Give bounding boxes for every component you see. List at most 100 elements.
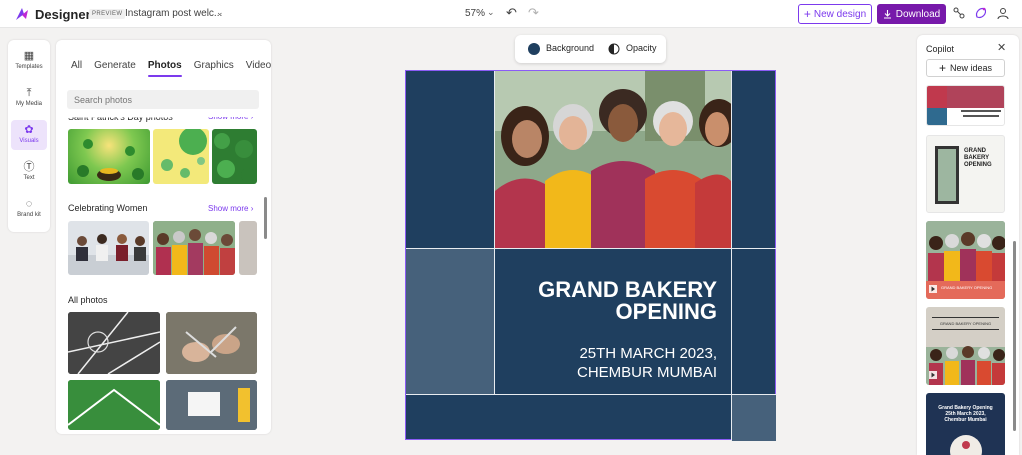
rail-label: Brand kit [17,212,41,218]
grid-line [494,71,495,395]
idea-preview [926,317,1005,385]
grid-line [406,248,777,249]
brand-kit-icon: ◌ [25,198,33,210]
rail-label: My Media [15,101,42,107]
rail-item-text[interactable]: Ⓣ Text [11,157,47,187]
preview-badge: PREVIEW [89,9,126,19]
canvas-toolbar: Background Opacity [515,35,666,63]
app-brand: Designer [35,7,91,22]
idea-preview [927,86,1004,125]
idea-card[interactable]: GRAND BAKERY OPENING [926,135,1005,213]
section-title: All photos [68,295,108,305]
location-line: CHEMBUR MUMBAI [576,364,717,381]
photo-thumbnail[interactable] [153,221,235,275]
new-ideas-label: New ideas [949,63,993,73]
user-avatar-icon[interactable] [996,6,1010,20]
clover-yellow-photo [161,129,207,178]
hands-tools-photo [166,312,257,374]
tab-videos[interactable]: Videos [246,60,271,71]
women-group-photo [153,221,235,275]
date-line: 25TH MARCH 2023, [579,345,717,362]
headline-text[interactable]: GRAND BAKERY OPENING [538,279,717,323]
screen-room-photo [166,380,257,430]
show-more-link[interactable]: Show more › [208,204,253,213]
new-ideas-button[interactable]: + New ideas [926,59,1005,77]
show-more-label: Show more [208,204,249,213]
copilot-panel: Copilot ✕ + New ideas GRAND BAKERY OPENI… [917,35,1019,455]
date-location-text[interactable]: 25TH MARCH 2023, CHEMBUR MUMBAI [577,344,717,382]
design-canvas[interactable]: GRAND BAKERY OPENING 25TH MARCH 2023, CH… [405,70,777,441]
idea-photo [935,146,959,204]
download-label: Download [895,8,941,20]
tab-graphics[interactable]: Graphics [194,60,234,71]
opacity-button[interactable]: Opacity [626,43,657,53]
rail-label: Visuals [19,138,39,144]
rail-item-templates[interactable]: ▦ Templates [11,46,47,76]
clover-photo [77,139,144,181]
visuals-icon: ✿ [24,124,34,136]
text-icon: Ⓣ [23,161,35,173]
photo-thumbnail[interactable] [68,312,160,374]
grid-line [406,394,777,395]
background-color-swatch[interactable] [528,43,540,55]
rail-item-brand-kit[interactable]: ◌ Brand kit [11,194,47,224]
rail-item-my-media[interactable]: ⤒ My Media [11,83,47,113]
zoom-level[interactable]: 57% [465,8,485,19]
copilot-scrollbar[interactable] [1013,241,1016,431]
tab-all[interactable]: All [71,60,82,71]
tab-generate[interactable]: Generate [94,60,136,71]
undo-icon[interactable]: ↶ [506,5,517,21]
photo-thumbnail[interactable] [153,129,209,184]
photo-thumbnail[interactable] [239,221,257,275]
redo-icon[interactable]: ↷ [528,5,539,21]
upload-icon: ⤒ [26,87,32,99]
idea-text: GRAND BAKERY OPENING [939,321,992,326]
office-women-photo [68,234,149,275]
show-more-label: Show more [208,112,249,121]
search-photos-input[interactable] [67,90,259,109]
women-group-image[interactable] [495,71,731,248]
photo-thumbnail[interactable] [212,129,257,184]
idea-card[interactable]: GRAND BAKERY OPENING [926,307,1005,385]
photo-thumbnail[interactable] [68,221,149,275]
left-rail: ▦ Templates ⤒ My Media ✿ Visuals Ⓣ Text … [8,40,50,232]
football-field-photo [68,380,160,430]
sports-court-photo [68,312,160,374]
photo-thumbnail[interactable] [68,129,150,184]
photo-thumbnail[interactable] [68,380,160,430]
panel-tabs: All Generate Photos Graphics Videos [71,60,271,77]
rail-item-visuals[interactable]: ✿ Visuals [11,120,47,150]
idea-text: GRAND BAKERY OPENING [964,148,992,168]
headline-line: GRAND BAKERY [538,277,717,302]
visuals-panel: All Generate Photos Graphics Videos Sain… [56,40,271,434]
new-design-button[interactable]: + New design [798,4,872,24]
clover-dark-photo [214,133,255,182]
opacity-icon[interactable] [608,43,620,55]
idea-card[interactable]: GRAND BAKERY OPENING [926,221,1005,299]
photo-thumbnail[interactable] [166,380,257,430]
idea-preview [950,435,982,455]
chevron-down-icon[interactable]: ⌄ [216,7,224,18]
top-bar: Designer PREVIEW Instagram post welc... … [0,0,1022,28]
rail-label: Text [23,175,35,181]
chevron-down-icon[interactable]: ⌄ [487,7,495,18]
share-icon[interactable] [952,6,966,20]
grid-line [731,71,732,441]
copilot-icon[interactable] [974,6,988,20]
headline-line: OPENING [615,299,717,324]
templates-icon: ▦ [23,50,35,62]
tab-photos[interactable]: Photos [147,60,182,77]
idea-card[interactable] [926,85,1005,126]
light-block [732,395,776,441]
show-more-link[interactable]: Show more › [208,112,253,121]
idea-card[interactable]: Grand Bakery Opening 25th March 2023, Ch… [926,393,1005,455]
close-icon[interactable]: ✕ [997,41,1006,54]
document-title[interactable]: Instagram post welc... [125,8,222,19]
section-title: Saint Patrick's Day photos [68,112,173,123]
panel-scrollbar[interactable] [264,197,267,239]
photo-thumbnail[interactable] [166,312,257,374]
download-button[interactable]: Download [877,4,946,24]
download-icon [883,10,891,19]
background-button[interactable]: Background [546,43,594,53]
copilot-title: Copilot [926,44,955,54]
